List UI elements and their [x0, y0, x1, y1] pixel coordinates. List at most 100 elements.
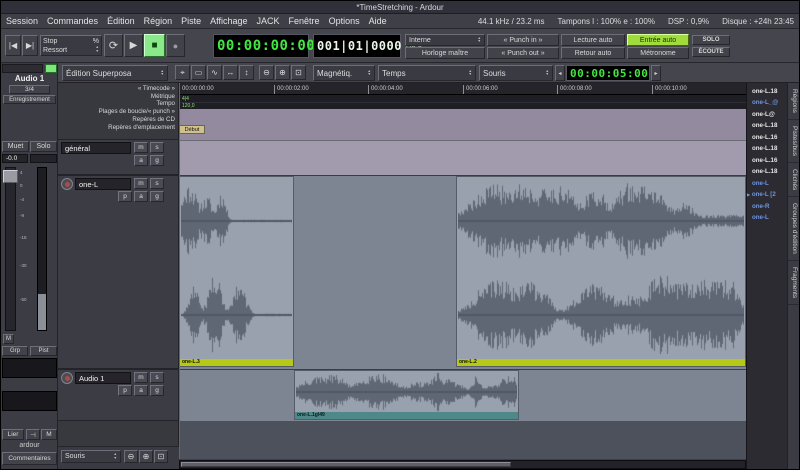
- strip-mute-button[interactable]: Muet: [2, 141, 29, 152]
- ruler-label-cd-markers[interactable]: Repères de CD: [58, 116, 175, 123]
- punch-in-button[interactable]: « Punch in »: [487, 34, 559, 46]
- edit-range-clock[interactable]: 00:00:05:00: [566, 65, 650, 81]
- output-routing-button[interactable]: [2, 391, 57, 411]
- goto-end-button[interactable]: ▶|: [22, 35, 38, 56]
- track-header-one-l[interactable]: [58, 175, 179, 369]
- record-button[interactable]: ●: [166, 34, 185, 57]
- punch-out-button[interactable]: « Punch out »: [487, 47, 559, 59]
- track-auto-button[interactable]: a: [134, 385, 148, 396]
- region-list-item[interactable]: one-L.18: [746, 143, 787, 154]
- metronome-button[interactable]: Métronome: [627, 47, 689, 59]
- menu-options[interactable]: Options: [329, 16, 360, 26]
- zoom-in-button[interactable]: ⊕: [275, 65, 290, 80]
- region-list-item[interactable]: one-L.18: [746, 86, 787, 97]
- menu-affichage[interactable]: Affichage: [210, 16, 247, 26]
- ruler-label-tempo[interactable]: Tempo: [58, 100, 175, 107]
- tool-grab-button[interactable]: ⌖: [175, 65, 190, 80]
- listen-button[interactable]: ÉCOUTE: [692, 47, 730, 57]
- track-solo-button[interactable]: s: [150, 178, 164, 189]
- metering-point-button[interactable]: Pist: [30, 346, 57, 356]
- tool-scrub-button[interactable]: ↕: [239, 65, 254, 80]
- solo-button[interactable]: SOLO: [692, 35, 730, 45]
- zoom-in-button[interactable]: ⊕: [139, 450, 153, 463]
- region-name-bar[interactable]: one-L.1gl49: [295, 412, 518, 419]
- region-list-item[interactable]: one-L: [746, 178, 787, 189]
- horizontal-scrollbar[interactable]: [179, 460, 746, 469]
- record-enable-button[interactable]: [61, 372, 73, 384]
- meter-ruler[interactable]: [179, 95, 746, 102]
- menu-fenetre[interactable]: Fenêtre: [289, 16, 320, 26]
- marker-rulers-band[interactable]: [179, 109, 746, 140]
- region-list-item[interactable]: one-L.16: [746, 155, 787, 166]
- ruler-label-loop-punch[interactable]: Plages de boucle/« punch »: [58, 108, 175, 115]
- region-name-bar[interactable]: one-L.3: [180, 359, 293, 366]
- region-list-item[interactable]: one-L: [746, 212, 787, 223]
- strip-meter-button[interactable]: 3/4: [9, 85, 50, 94]
- audio-region-one-l-2[interactable]: one-L.2: [456, 176, 746, 367]
- snap-unit-select[interactable]: Temps ▲▼: [378, 65, 476, 81]
- sync-source-select[interactable]: Interne ▲▼: [405, 34, 485, 46]
- tab-edit-groups[interactable]: Groupes d'édition: [788, 197, 800, 261]
- tab-tracks-busses[interactable]: Pistes/bus: [788, 120, 800, 163]
- link-button[interactable]: Lier: [2, 429, 24, 440]
- edit-mode-select[interactable]: Édition Superposa ▲▼: [62, 65, 168, 81]
- track-group-button[interactable]: g: [150, 155, 164, 166]
- track-playlist-button[interactable]: p: [118, 385, 132, 396]
- menu-aide[interactable]: Aide: [369, 16, 387, 26]
- track-playlist-button[interactable]: p: [118, 191, 132, 202]
- tab-regions[interactable]: Régions: [788, 83, 800, 120]
- window-titlebar[interactable]: *TimeStretching - Ardour: [1, 1, 799, 14]
- track-name-audio1[interactable]: Audio 1: [75, 372, 131, 384]
- link-in-button[interactable]: ⊣: [26, 429, 40, 440]
- menu-edition[interactable]: Édition: [107, 16, 135, 26]
- track-group-button[interactable]: g: [150, 385, 164, 396]
- region-list-item[interactable]: ▶ one-L [2: [746, 189, 787, 200]
- edit-point-select[interactable]: Souris ▲▼: [479, 65, 553, 81]
- zoom-out-button[interactable]: ⊖: [124, 450, 138, 463]
- clock-spin-left-button[interactable]: ◂: [555, 65, 565, 81]
- region-name-bar[interactable]: one-L.2: [457, 359, 745, 366]
- tab-chunks[interactable]: Fragments: [788, 261, 800, 305]
- link-master-button[interactable]: M: [41, 429, 57, 440]
- zoom-fit-button[interactable]: ⊡: [154, 450, 168, 463]
- gain-fader-handle[interactable]: [3, 170, 18, 183]
- track-mute-button[interactable]: m: [134, 372, 148, 383]
- playhead-cursor[interactable]: [179, 83, 180, 459]
- menu-commandes[interactable]: Commandes: [47, 16, 98, 26]
- ruler-label-location-markers[interactable]: Repères d'emplacement: [58, 124, 175, 131]
- region-list-item[interactable]: one-L.16: [746, 132, 787, 143]
- menu-region[interactable]: Région: [144, 16, 173, 26]
- region-list-item[interactable]: one-L.18: [746, 120, 787, 131]
- track-canvas-general[interactable]: [179, 141, 746, 175]
- gain-fader-track[interactable]: [5, 167, 16, 331]
- region-list-item[interactable]: one-L_@: [746, 97, 787, 108]
- stop-button[interactable]: ■: [144, 34, 165, 57]
- track-name-general[interactable]: général: [61, 142, 131, 154]
- strip-solo-button[interactable]: Solo: [30, 141, 57, 152]
- auto-return-button[interactable]: Retour auto: [561, 47, 625, 59]
- tool-stretch-button[interactable]: ↔: [223, 65, 238, 80]
- ruler-label-meter[interactable]: Métrique: [58, 93, 175, 100]
- track-solo-button[interactable]: s: [150, 142, 164, 153]
- snap-mode-select[interactable]: Magnétiq. ▲▼: [313, 65, 375, 81]
- track-mute-button[interactable]: m: [134, 142, 148, 153]
- group-button[interactable]: Grp: [2, 346, 28, 356]
- zoom-focus-select[interactable]: Souris ▲▼: [61, 450, 121, 463]
- track-auto-button[interactable]: a: [134, 155, 148, 166]
- comments-button[interactable]: Commentaires: [2, 452, 57, 465]
- record-enable-button[interactable]: [61, 178, 73, 190]
- shuttle-control[interactable]: Stop% Ressort ▲▼: [40, 35, 102, 56]
- tab-snapshots[interactable]: Clichés: [788, 163, 800, 197]
- shuttle-mode[interactable]: Ressort: [43, 46, 67, 55]
- track-mute-button[interactable]: m: [134, 178, 148, 189]
- loop-button[interactable]: ⟳: [104, 34, 123, 57]
- track-solo-button[interactable]: s: [150, 372, 164, 383]
- menu-jack[interactable]: JACK: [257, 16, 280, 26]
- master-clock-button[interactable]: Horloge maître: [405, 47, 485, 59]
- input-routing-button[interactable]: [2, 358, 57, 378]
- auto-input-button[interactable]: Entrée auto: [627, 34, 689, 46]
- track-auto-button[interactable]: a: [134, 191, 148, 202]
- ruler-label-timecode[interactable]: « Timecode »: [58, 85, 175, 92]
- bbt-clock[interactable]: 001|01|0000 4|4 120.0: [313, 34, 401, 58]
- tool-gain-button[interactable]: ∿: [207, 65, 222, 80]
